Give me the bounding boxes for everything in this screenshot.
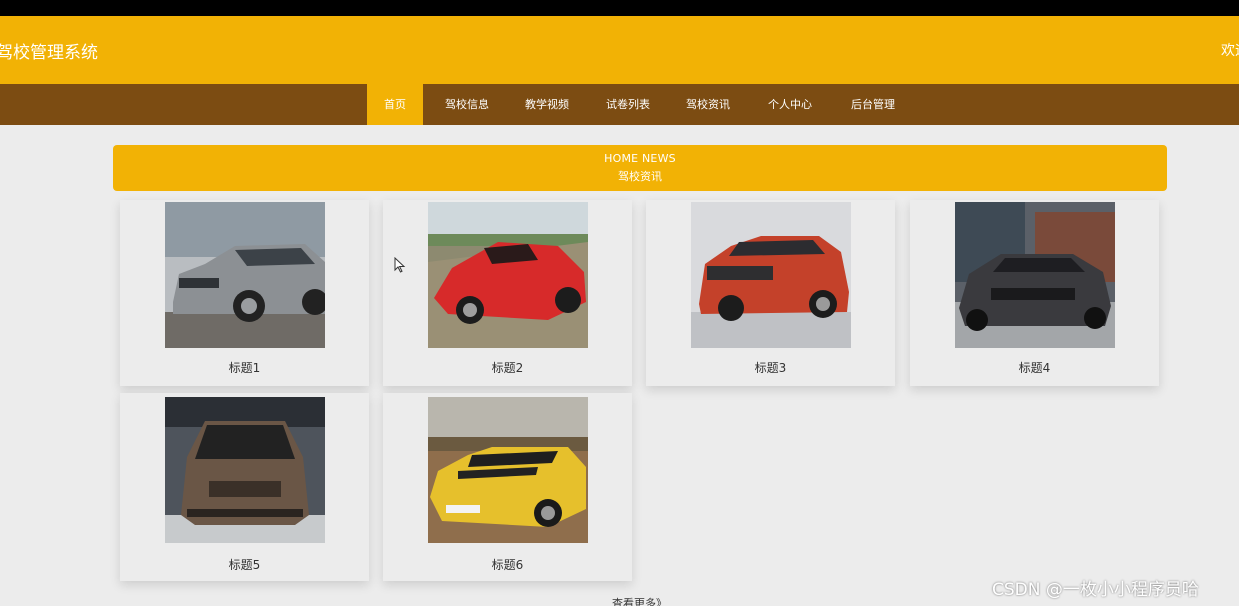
news-title-1[interactable]: 标题1: [120, 359, 369, 376]
news-section-banner: HOME NEWS 驾校资讯: [113, 145, 1167, 191]
watermark-text: CSDN @一枚小小程序员哈: [992, 580, 1199, 600]
welcome-text: 欢迎: [1221, 43, 1239, 59]
news-card-1[interactable]: 标题1: [120, 200, 369, 386]
nav-item-teaching-videos[interactable]: 教学视频: [514, 84, 580, 125]
news-image-red-sports-car[interactable]: [428, 202, 588, 348]
nav-item-home[interactable]: 首页: [367, 84, 423, 125]
news-image-brown-mpv[interactable]: [165, 397, 325, 543]
news-card-5[interactable]: 标题5: [120, 393, 369, 581]
nav-item-exam-list[interactable]: 试卷列表: [595, 84, 661, 125]
news-image-yellow-camaro[interactable]: [428, 397, 588, 543]
news-image-black-sedan[interactable]: [955, 202, 1115, 348]
main-nav: 首页 驾校信息 教学视频 试卷列表 驾校资讯 个人中心 后台管理: [0, 84, 1239, 125]
news-title-4[interactable]: 标题4: [910, 359, 1159, 376]
news-image-red-suv[interactable]: [691, 202, 851, 348]
site-title: 驾校管理系统: [0, 43, 98, 63]
news-card-2[interactable]: 标题2: [383, 200, 632, 386]
news-title-3[interactable]: 标题3: [646, 359, 895, 376]
nav-item-school-info[interactable]: 驾校信息: [434, 84, 500, 125]
news-title-5[interactable]: 标题5: [120, 556, 369, 573]
nav-item-personal-center[interactable]: 个人中心: [757, 84, 823, 125]
site-header: 驾校管理系统 欢迎: [0, 16, 1239, 84]
news-heading-en: HOME NEWS: [604, 152, 676, 165]
news-card-4[interactable]: 标题4: [910, 200, 1159, 386]
news-card-3[interactable]: 标题3: [646, 200, 895, 386]
news-heading-cn: 驾校资讯: [618, 170, 662, 183]
nav-item-admin[interactable]: 后台管理: [840, 84, 906, 125]
top-black-bar: [0, 0, 1239, 16]
news-title-6[interactable]: 标题6: [383, 556, 632, 573]
nav-item-school-news[interactable]: 驾校资讯: [675, 84, 741, 125]
mouse-cursor-icon: [394, 257, 406, 273]
news-title-2[interactable]: 标题2: [383, 359, 632, 376]
news-image-silver-suv[interactable]: [165, 202, 325, 348]
view-more-link[interactable]: 查看更多》: [612, 595, 667, 606]
news-card-6[interactable]: 标题6: [383, 393, 632, 581]
